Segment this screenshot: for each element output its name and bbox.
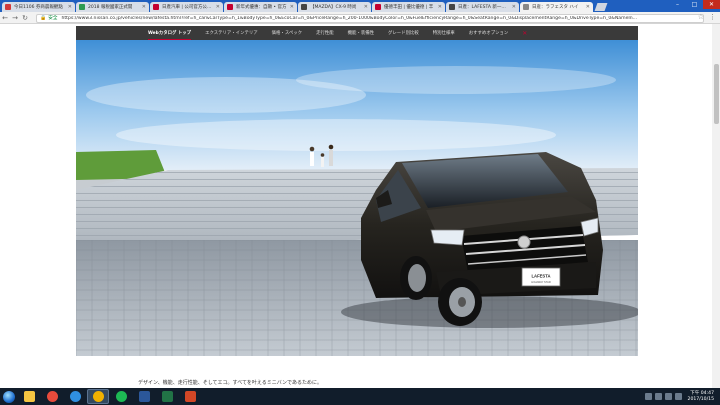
spotify-icon <box>115 391 127 402</box>
lock-icon: 🔒 <box>40 15 47 21</box>
media-icon <box>46 391 58 402</box>
taskbar-app-word[interactable] <box>133 389 155 404</box>
tab-favicon-icon <box>153 4 159 10</box>
taskbar-app-media[interactable] <box>41 389 63 404</box>
site-nav-item[interactable]: 走行性能 <box>316 30 334 36</box>
browser-tab[interactable]: 日產：LAFESTA 新一代 国 ✕ <box>446 2 519 12</box>
hero-illustration: LAFESTA HIGHWAY STAR <box>76 40 638 356</box>
hero-image: LAFESTA HIGHWAY STAR <box>76 40 638 356</box>
windows-taskbar: 下午 04:47 2017/10/15 <box>0 388 720 405</box>
tab-favicon-icon <box>449 4 455 10</box>
tab-label: 日産：ラフェスタ ハイ <box>532 5 579 10</box>
badge-subtext: HIGHWAY STAR <box>531 280 551 284</box>
new-tab-button[interactable] <box>594 3 608 11</box>
site-nav-item[interactable]: おすすめオプション <box>469 30 509 36</box>
tab-favicon-icon <box>523 4 529 10</box>
tab-close-icon[interactable]: ✕ <box>68 4 72 10</box>
site-nav-item[interactable]: 特別仕様車 <box>433 30 455 36</box>
tab-close-icon[interactable]: ✕ <box>290 4 294 10</box>
site-nav-item[interactable]: 機能・装備性 <box>348 30 374 36</box>
taskbar-app-spotify[interactable] <box>110 389 132 404</box>
clock-date: 2017/10/15 <box>687 396 714 402</box>
tab-favicon-icon <box>5 4 11 10</box>
browser-menu-icon[interactable]: ⋮ <box>709 13 716 21</box>
browser-tab[interactable]: 日產汽車 | 公司官方公司 LA ✕ <box>150 2 223 12</box>
tab-label: 2018 報稅國家正式開 <box>88 5 133 10</box>
browser-tab[interactable]: 【MAZDA】CX-9 時尚 ✕ <box>298 2 371 12</box>
chrome-icon <box>92 391 104 402</box>
taskbar-app-chrome-alt[interactable] <box>64 389 86 404</box>
site-navigation: Webカタログ トップ エクステリア・インテリア 価格・スペック 走行性能 機能・装備性… <box>76 26 638 40</box>
badge-text: LAFESTA <box>532 274 551 279</box>
site-nav-item[interactable]: エクステリア・インテリア <box>205 30 258 36</box>
site-nav-close-icon[interactable]: ✕ <box>522 30 527 37</box>
taskbar-app-chrome[interactable] <box>87 389 109 404</box>
browser-tab[interactable]: 優德丰田 | 優比優德 | 丰 ✕ <box>372 2 445 12</box>
reload-icon[interactable]: ↻ <box>20 14 30 22</box>
site-nav-item[interactable]: Webカタログ トップ <box>148 30 192 40</box>
tab-label: 今日1106 券商晨報觀點 <box>14 5 63 10</box>
tab-close-icon[interactable]: ✕ <box>364 4 368 10</box>
start-button[interactable] <box>0 388 18 405</box>
explorer-icon <box>23 391 35 402</box>
browser-tab[interactable]: 新年式優惠：自顯 • 官方 ✕ <box>224 2 297 12</box>
url-text: https://www3.nissan.co.jp/vehicles/new/l… <box>61 15 638 21</box>
tab-close-icon[interactable]: ✕ <box>438 4 442 10</box>
close-window-button[interactable]: ✕ <box>703 0 720 9</box>
tab-close-icon[interactable]: ✕ <box>142 4 146 10</box>
back-icon[interactable]: ← <box>0 14 10 22</box>
chrome-alt-icon <box>69 391 81 402</box>
tab-label: 優德丰田 | 優比優德 | 丰 <box>384 5 434 10</box>
minimize-button[interactable]: – <box>669 0 686 9</box>
bookmark-star-icon[interactable]: ☆ <box>698 13 704 21</box>
windows-logo-icon <box>3 390 15 403</box>
tab-favicon-icon <box>79 4 85 10</box>
address-bar[interactable]: 🔒 安全 https://www3.nissan.co.jp/vehicles/… <box>36 13 704 23</box>
tab-close-icon[interactable]: ✕ <box>216 4 220 10</box>
taskbar-app-powerpoint[interactable] <box>179 389 201 404</box>
tab-label: 【MAZDA】CX-9 時尚 <box>310 5 357 10</box>
site-nav-item[interactable]: 価格・スペック <box>272 30 302 36</box>
tab-label: 日產汽車 | 公司官方公司 LA <box>162 5 214 10</box>
browser-tab[interactable]: 日産：ラフェスタ ハイ ✕ <box>520 2 593 12</box>
page-caption: デザイン、機能、走行性能、そしてエコ。すべてを叶えるミニバンであるために。 <box>138 380 322 386</box>
taskbar-app-excel[interactable] <box>156 389 178 404</box>
powerpoint-icon <box>184 391 196 402</box>
tab-favicon-icon <box>375 4 381 10</box>
tab-favicon-icon <box>227 4 233 10</box>
taskbar-apps <box>18 389 202 404</box>
page-scrollbar[interactable] <box>712 24 720 388</box>
browser-tab[interactable]: 2018 報稅國家正式開 ✕ <box>76 2 149 12</box>
taskbar-app-explorer[interactable] <box>18 389 40 404</box>
tab-label: 日產：LAFESTA 新一代 国 <box>458 5 510 10</box>
tab-label: 新年式優惠：自顯 • 官方 <box>236 5 287 10</box>
scrollbar-thumb[interactable] <box>713 64 719 124</box>
tab-close-icon[interactable]: ✕ <box>512 4 516 10</box>
excel-icon <box>161 391 173 402</box>
tray-chevron-icon[interactable] <box>644 393 652 400</box>
word-icon <box>138 391 150 402</box>
network-icon[interactable] <box>654 393 662 400</box>
system-clock[interactable]: 下午 04:47 2017/10/15 <box>688 391 714 402</box>
tab-favicon-icon <box>301 4 307 10</box>
tab-close-icon[interactable]: ✕ <box>586 4 590 10</box>
input-method-icon[interactable] <box>674 393 682 400</box>
browser-tab-strip: 今日1106 券商晨報觀點 ✕ 2018 報稅國家正式開 ✕ 日產汽車 | 公司官方公司… <box>0 0 720 12</box>
clock-time: 下午 04:47 <box>690 390 714 396</box>
secure-label: 安全 <box>48 16 58 21</box>
system-tray: 下午 04:47 2017/10/15 <box>642 388 714 405</box>
web-page: Webカタログ トップ エクステリア・インテリア 価格・スペック 走行性能 機能・装備性… <box>0 24 720 388</box>
maximize-button[interactable]: □ <box>686 0 703 9</box>
browser-tab[interactable]: 今日1106 券商晨報觀點 ✕ <box>2 2 75 12</box>
site-nav-item[interactable]: グレード別比較 <box>388 30 419 36</box>
browser-toolbar: ← → ↻ 🔒 安全 https://www3.nissan.co.jp/veh… <box>0 12 720 24</box>
window-controls: – □ ✕ <box>669 0 720 9</box>
volume-icon[interactable] <box>664 393 672 400</box>
forward-icon[interactable]: → <box>10 14 20 22</box>
